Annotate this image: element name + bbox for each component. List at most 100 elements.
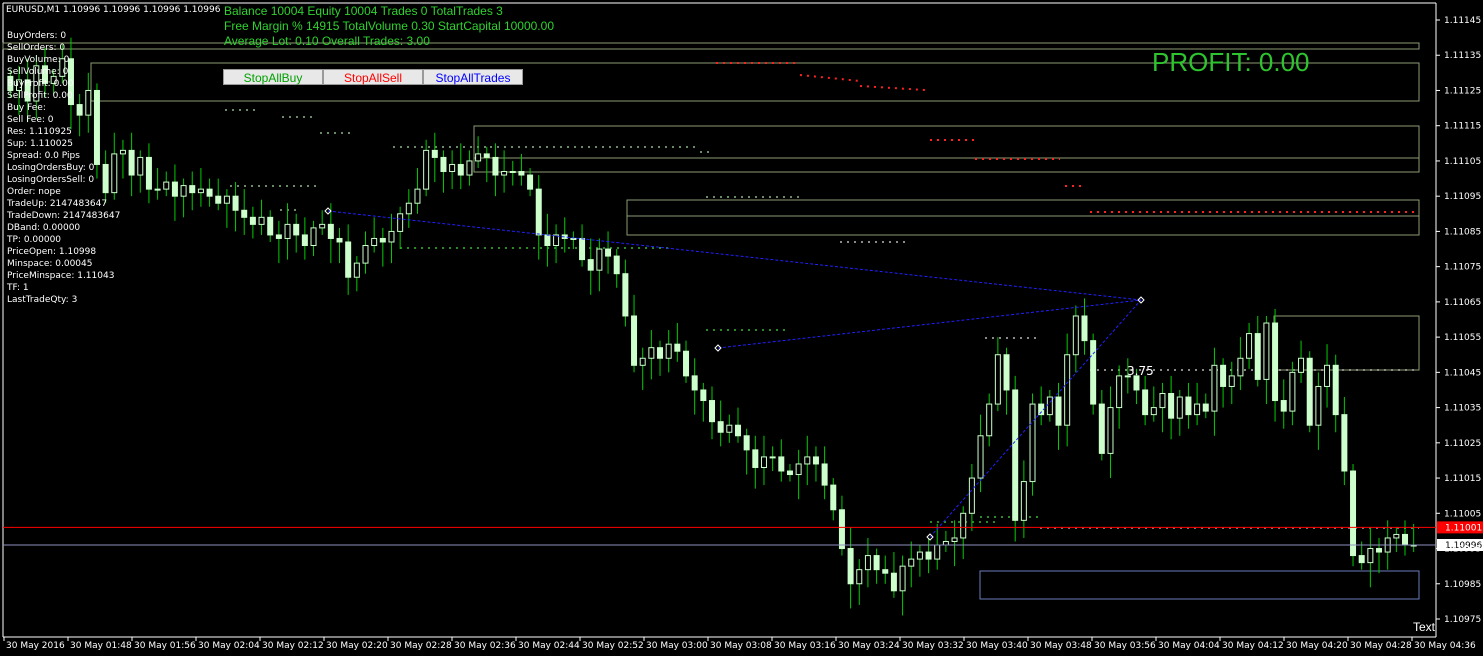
candle-body (994, 354, 1001, 405)
candle-body (388, 230, 395, 243)
candle-body (838, 509, 845, 550)
x-tick-label: 30 May 03:56 (1094, 641, 1156, 651)
candle-body (864, 555, 871, 571)
info-line: BuyOrders: 0 (7, 31, 67, 41)
candle-body (1081, 315, 1088, 342)
candle-body (405, 202, 412, 215)
candle-body (1202, 403, 1209, 412)
candle-body (605, 248, 612, 257)
candle-body (414, 188, 421, 204)
candle-body (639, 357, 646, 366)
candle-body (1142, 389, 1149, 416)
candle-body (1185, 396, 1192, 416)
candle-body (293, 223, 300, 236)
candle-body (1315, 385, 1322, 426)
candle-body (830, 484, 837, 511)
candle-body (527, 174, 534, 190)
y-tick-label: 1.11085 (1444, 227, 1481, 237)
candle-body (873, 555, 880, 571)
info-line: Minspace: 0.00045 (7, 259, 93, 269)
candle-body (145, 156, 152, 190)
candle-body (137, 156, 144, 176)
candle-body (674, 343, 681, 352)
candle-body (951, 537, 958, 542)
candle-body (631, 315, 638, 366)
candle-body (258, 216, 265, 225)
candle-body (431, 149, 438, 158)
price-chart[interactable]: 1.110011.10996 1.111451.111351.111251.11… (0, 0, 1483, 656)
candle-body (1020, 481, 1027, 521)
x-tick-label: 30 May 03:32 (902, 641, 964, 651)
y-tick-label: 1.11115 (1444, 122, 1481, 132)
info-line: Buy Fee: (7, 103, 46, 113)
candle-body (544, 234, 551, 247)
candle-body (1306, 357, 1313, 426)
candle-body (327, 223, 334, 239)
x-tick-label: 30 May 02:20 (326, 641, 388, 651)
candle-body (249, 216, 256, 225)
info-line: TradeUp: 2147483647 (7, 199, 108, 209)
info-line: Sup: 1.110025 (7, 139, 73, 149)
candle-body (362, 245, 369, 264)
candle-body (310, 227, 317, 247)
candle-body (579, 237, 586, 261)
stop-all-trades-button[interactable]: StopAllTrades (423, 69, 523, 85)
y-tick-label: 1.10975 (1444, 615, 1481, 625)
candle-body (717, 421, 724, 433)
candle-body (587, 259, 594, 271)
candle-body (908, 558, 915, 567)
info-panel: BuyOrders: 0 SellOrders: 0 BuyVolume: 0 … (7, 30, 120, 306)
stop-all-sell-button[interactable]: StopAllSell (323, 69, 423, 85)
candle-body (241, 209, 248, 218)
candle-body (1254, 333, 1261, 380)
candle-body (483, 153, 490, 158)
candle-body (1289, 371, 1296, 412)
candle-body (1298, 357, 1305, 373)
y-tick-label: 1.11105 (1444, 157, 1481, 167)
candle-body (1159, 392, 1166, 409)
info-line: TF: 1 (7, 283, 29, 293)
x-tick-label: 30 May 03:16 (774, 641, 836, 651)
account-hud: Balance 10004 Equity 10004 Trades 0 Tota… (224, 4, 554, 49)
candle-body (726, 424, 733, 433)
candle-body (1038, 403, 1045, 416)
y-tick-label: 1.11055 (1444, 333, 1481, 343)
candle-body (1220, 364, 1227, 387)
x-tick-label: 30 May 02:44 (518, 641, 580, 651)
candle-body (301, 234, 308, 247)
x-tick-label: 30 May 03:00 (646, 641, 708, 651)
candle-body (1064, 354, 1071, 426)
candle-body (180, 185, 187, 197)
y-tick-label: 1.11145 (1444, 16, 1481, 26)
x-tick-label: 30 May 04:04 (1158, 641, 1220, 651)
candle-body (1055, 396, 1062, 426)
ask-price-label: 1.11001 (1445, 523, 1482, 533)
candle-body (821, 463, 828, 486)
candle-body (986, 403, 993, 437)
candle-body (734, 424, 741, 437)
candle-body (882, 569, 889, 574)
chart-background (0, 0, 1483, 656)
x-tick-label: 30 May 03:08 (710, 641, 772, 651)
candle-body (1237, 357, 1244, 377)
hud-margin-line: Free Margin % 14915 TotalVolume 0.30 Sta… (224, 19, 554, 33)
candle-body (449, 163, 456, 173)
candle-body (691, 375, 698, 391)
candle-body (613, 255, 620, 275)
candle-body (683, 350, 690, 377)
candle-body (1350, 470, 1357, 557)
x-tick-label: 30 May 03:40 (966, 641, 1028, 651)
candle-body (1280, 400, 1287, 412)
profit-label: PROFIT: 0.00 (1152, 47, 1310, 77)
candle-body (743, 435, 750, 451)
candle-body (925, 551, 932, 560)
info-line: Sell Fee: 0 (7, 115, 54, 125)
stop-all-buy-button[interactable]: StopAllBuy (223, 69, 323, 85)
candle-body (700, 389, 707, 402)
candle-body (1176, 396, 1183, 419)
candle-body (128, 149, 135, 176)
candle-body (804, 456, 811, 465)
trade-label: 3.75 (1127, 364, 1154, 378)
info-line: TradeDown: 2147483647 (7, 211, 121, 221)
candle-body (1367, 548, 1374, 564)
